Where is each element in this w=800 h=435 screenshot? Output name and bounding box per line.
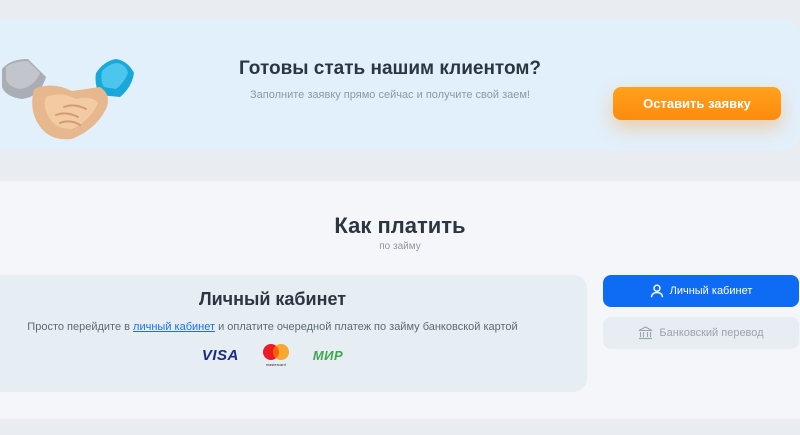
tab-personal-account-label: Личный кабинет (669, 285, 753, 297)
footer-divider (0, 419, 800, 435)
tab-bank-transfer-label: Банковский перевод (659, 327, 764, 339)
handshake-illustration (2, 59, 134, 140)
section-subtitle: по займу (379, 241, 421, 252)
mastercard-wordmark: mastercard (265, 362, 286, 367)
personal-account-link[interactable]: личный кабинет (133, 321, 215, 333)
how-to-pay-section: Как платить по займу Личный кабинет Прос… (0, 181, 800, 419)
method-title: Личный кабинет (198, 289, 347, 309)
bank-icon (639, 326, 653, 340)
cta-banner: Готовы стать нашим клиентом? Заполните з… (0, 19, 800, 150)
mastercard-logo: mastercard (261, 343, 291, 367)
mastercard-circles-icon (262, 344, 289, 360)
user-icon (650, 284, 663, 298)
tab-personal-account[interactable]: Личный кабинет (603, 275, 799, 307)
payment-method-card: Личный кабинет Просто перейдите в личный… (0, 275, 587, 392)
apply-button[interactable]: Оставить заявку (613, 87, 781, 120)
visa-logo: VISA (201, 346, 239, 364)
method-desc-after: и оплатите очередной платеж по займу бан… (215, 321, 518, 333)
method-desc-before: Просто перейдите в (27, 321, 134, 333)
method-description: Просто перейдите в личный кабинет и опла… (0, 321, 545, 333)
payment-logos: VISA mastercard МИР (0, 343, 545, 367)
cta-subtitle: Заполните заявку прямо сейчас и получите… (250, 89, 530, 101)
cta-title: Готовы стать нашим клиентом? (238, 58, 541, 79)
section-title: Как платить (334, 213, 466, 238)
tab-bank-transfer[interactable]: Банковский перевод (603, 317, 799, 349)
mir-logo: МИР (312, 347, 344, 363)
